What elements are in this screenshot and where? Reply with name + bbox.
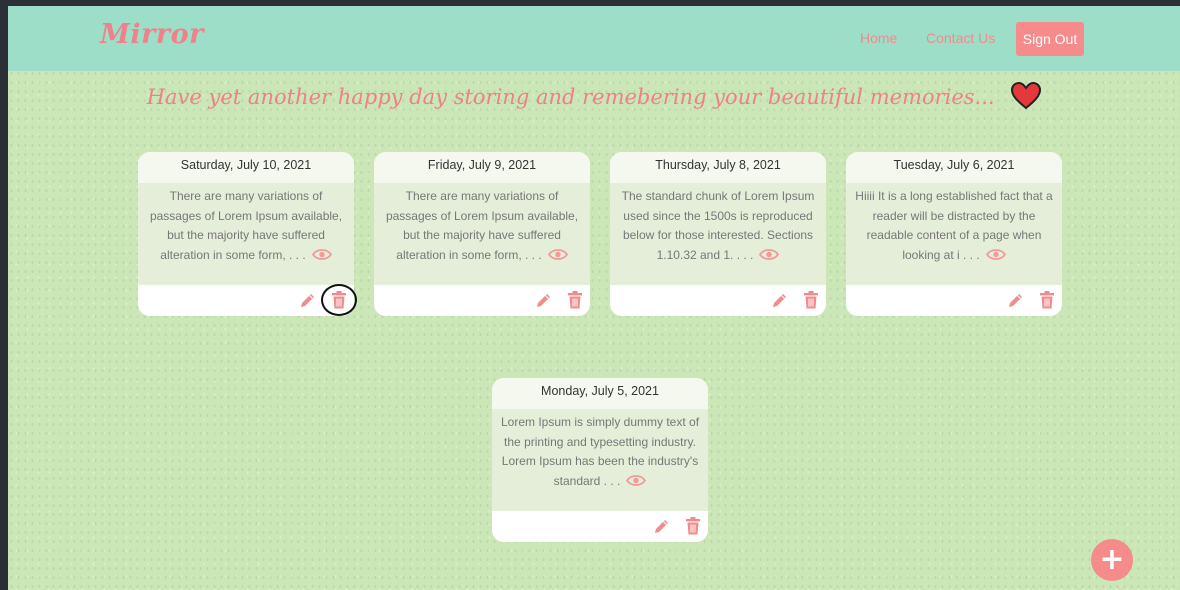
edit-pencil-icon[interactable] — [653, 518, 670, 539]
nav-contact-link[interactable]: Contact Us — [926, 30, 995, 46]
brand-logo[interactable]: Mirror — [100, 19, 204, 50]
edit-pencil-icon[interactable] — [1007, 292, 1024, 313]
card-footer — [492, 511, 708, 542]
highlight-circle — [321, 284, 357, 316]
card-date: Tuesday, July 6, 2021 — [846, 152, 1062, 183]
card-date: Saturday, July 10, 2021 — [138, 152, 354, 183]
card-date: Thursday, July 8, 2021 — [610, 152, 826, 183]
edit-pencil-icon[interactable] — [299, 292, 316, 313]
card-footer — [846, 285, 1062, 316]
memory-card: Monday, July 5, 2021 Lorem Ipsum is simp… — [492, 378, 708, 542]
view-eye-icon[interactable] — [311, 248, 332, 268]
memory-card: Thursday, July 8, 2021 The standard chun… — [610, 152, 826, 316]
card-body: The standard chunk of Lorem Ipsum used s… — [610, 183, 826, 285]
card-text: Lorem Ipsum is simply dummy text of the … — [500, 415, 700, 488]
delete-trash-icon[interactable] — [804, 291, 818, 313]
sign-out-button[interactable]: Sign Out — [1016, 22, 1084, 56]
app-frame: Mirror Home Contact Us Sign Out Have yet… — [8, 6, 1180, 590]
heart-icon — [1011, 81, 1042, 115]
edit-pencil-icon[interactable] — [535, 292, 552, 313]
card-footer — [610, 285, 826, 316]
memory-card: Tuesday, July 6, 2021 Hiiii It is a long… — [846, 152, 1062, 316]
card-footer — [374, 285, 590, 316]
card-body: Hiiii It is a long established fact that… — [846, 183, 1062, 285]
card-text: Hiiii It is a long established fact that… — [855, 189, 1053, 262]
view-eye-icon[interactable] — [547, 248, 568, 268]
navbar: Mirror Home Contact Us Sign Out — [8, 6, 1180, 71]
edit-pencil-icon[interactable] — [771, 292, 788, 313]
card-body: There are many variations of passages of… — [138, 183, 354, 285]
view-eye-icon[interactable] — [759, 248, 780, 268]
delete-trash-icon[interactable] — [568, 291, 582, 313]
tagline: Have yet another happy day storing and r… — [8, 81, 1180, 115]
card-text: The standard chunk of Lorem Ipsum used s… — [621, 189, 815, 262]
memory-card: Saturday, July 10, 2021 There are many v… — [138, 152, 354, 316]
delete-trash-icon[interactable] — [686, 517, 700, 539]
tagline-text: Have yet another happy day storing and r… — [146, 85, 995, 109]
card-body: There are many variations of passages of… — [374, 183, 590, 285]
add-memory-button[interactable]: + — [1091, 539, 1133, 581]
memory-card: Friday, July 9, 2021 There are many vari… — [374, 152, 590, 316]
card-date: Monday, July 5, 2021 — [492, 378, 708, 409]
card-date: Friday, July 9, 2021 — [374, 152, 590, 183]
nav-home-link[interactable]: Home — [860, 30, 897, 46]
view-eye-icon[interactable] — [626, 474, 647, 494]
card-body: Lorem Ipsum is simply dummy text of the … — [492, 409, 708, 511]
delete-trash-icon[interactable] — [1040, 291, 1054, 313]
view-eye-icon[interactable] — [985, 248, 1006, 268]
